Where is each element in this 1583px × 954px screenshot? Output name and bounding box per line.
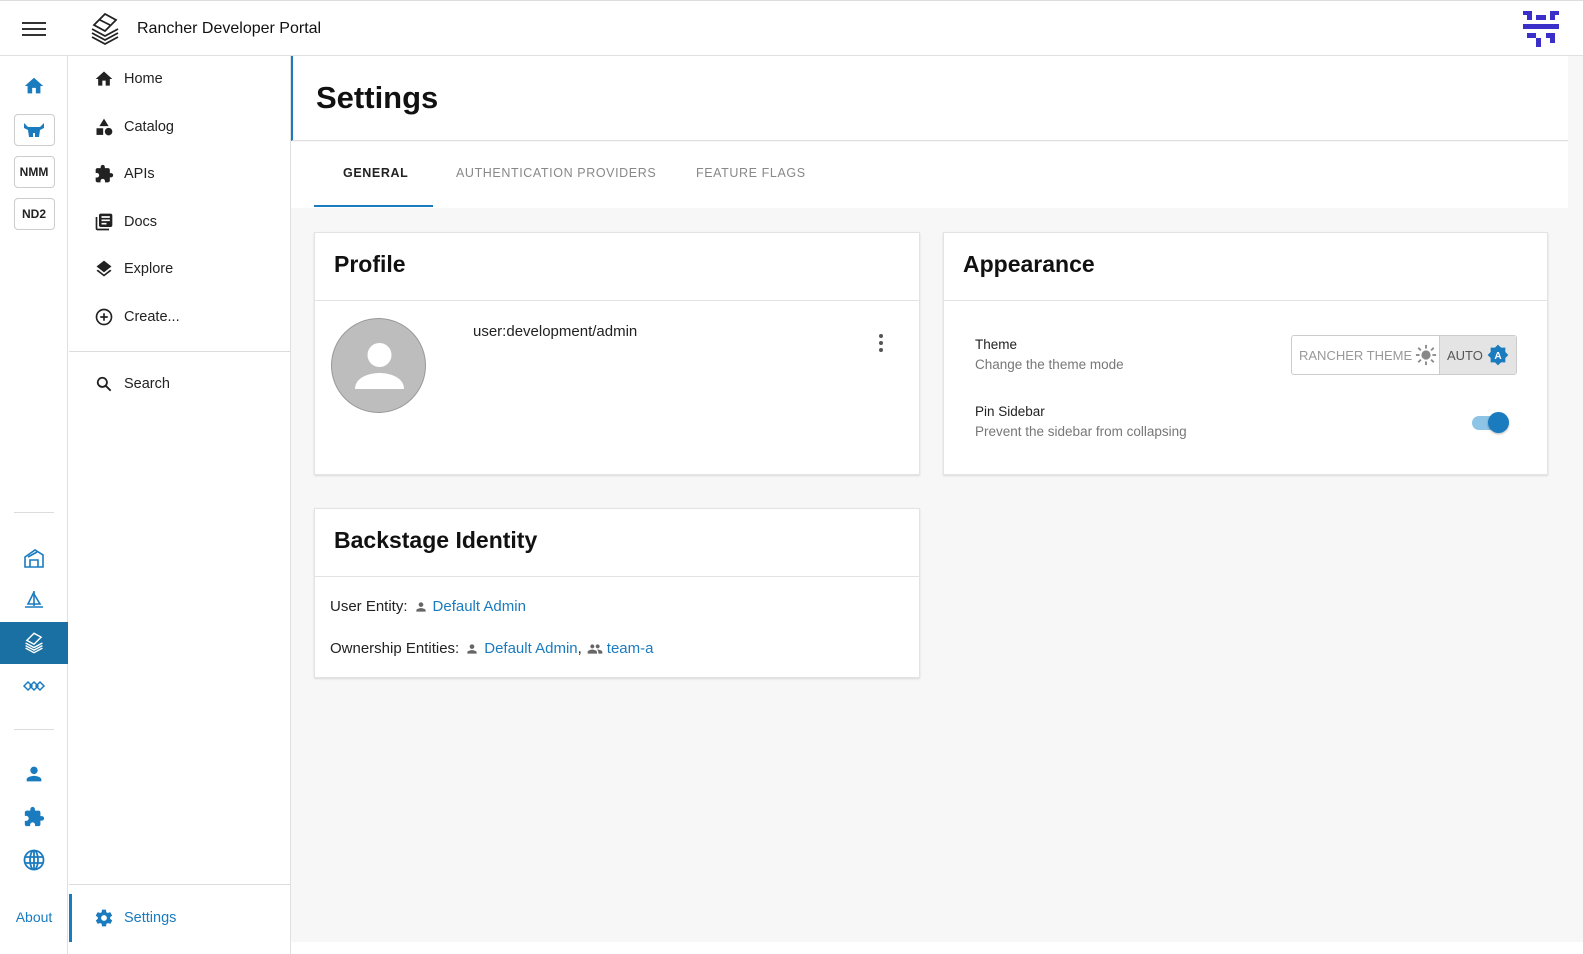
nav-item-label: Settings: [124, 910, 177, 926]
nav-item-label: Explore: [124, 261, 174, 277]
nav-item-home[interactable]: Home: [69, 59, 290, 99]
nav-item-settings[interactable]: Settings: [69, 898, 290, 938]
page-header: Settings: [291, 56, 1568, 141]
ownership-separator: ,: [577, 640, 582, 657]
theme-label: Theme: [975, 337, 1018, 352]
rail-extensions-icon[interactable]: [13, 799, 55, 835]
category-icon: [93, 116, 115, 138]
rail-badge-label: NMM: [13, 156, 55, 188]
rail-globe-icon[interactable]: [13, 842, 55, 878]
gear-icon: [93, 907, 115, 929]
nav-item-explore[interactable]: Explore: [69, 249, 290, 289]
profile-card: Profile user:development/admin: [314, 232, 920, 475]
theme-description: Change the theme mode: [975, 357, 1124, 372]
more-vert-icon[interactable]: [871, 332, 891, 354]
app-logo: [91, 12, 119, 46]
nav-item-apis[interactable]: APIs: [69, 154, 290, 194]
nav-item-catalog[interactable]: Catalog: [69, 107, 290, 147]
app-rail: NMM ND2 About: [0, 56, 68, 954]
about-link[interactable]: About: [0, 909, 68, 925]
settings-tabs: GENERAL AUTHENTICATION PROVIDERS FEATURE…: [291, 142, 1568, 208]
page-title: Settings: [316, 80, 439, 115]
app-title: Rancher Developer Portal: [137, 20, 322, 37]
rail-badge-nd2[interactable]: ND2: [13, 196, 55, 232]
rail-person-icon[interactable]: [13, 756, 55, 792]
nav-item-label: Docs: [124, 214, 158, 230]
rail-badge-nmm[interactable]: NMM: [13, 154, 55, 190]
theme-toggle-group: RANCHER THEME AUTO A: [1291, 335, 1517, 375]
person-icon: [464, 641, 480, 657]
rail-divider: [14, 729, 54, 730]
rail-fleet-icon[interactable]: [13, 582, 55, 618]
nav-item-docs[interactable]: Docs: [69, 202, 290, 242]
rail-rancher-icon[interactable]: [13, 112, 55, 148]
nav-item-label: Home: [124, 71, 163, 87]
person-icon: [355, 343, 404, 389]
profile-user-ref: user:development/admin: [473, 323, 638, 340]
user-entity-row: User Entity: Default Admin: [330, 598, 526, 615]
nav-item-label: Catalog: [124, 119, 174, 135]
theme-option-label: AUTO: [1447, 347, 1483, 363]
nav-item-label: Search: [124, 376, 170, 392]
sun-icon: [1416, 344, 1437, 366]
profile-card-title: Profile: [334, 251, 406, 277]
user-identicon-icon[interactable]: [1523, 11, 1559, 47]
extension-icon: [93, 163, 115, 185]
nav-divider: [69, 351, 290, 352]
rail-badge-label: ND2: [13, 198, 55, 230]
nav-item-label: APIs: [124, 166, 155, 182]
pin-sidebar-toggle[interactable]: [1470, 410, 1509, 434]
nav-item-create[interactable]: Create...: [69, 297, 290, 337]
theme-option-label: RANCHER THEME: [1299, 347, 1413, 363]
brightness-auto-icon: A: [1487, 344, 1509, 366]
card-divider: [315, 300, 919, 301]
appearance-card-title: Appearance: [963, 251, 1095, 277]
appearance-card: Appearance Theme Change the theme mode R…: [943, 232, 1548, 475]
card-divider: [315, 576, 919, 577]
ownership-group-link[interactable]: team-a: [607, 640, 654, 657]
pin-sidebar-description: Prevent the sidebar from collapsing: [975, 424, 1187, 439]
rail-developer-portal-icon[interactable]: [0, 622, 68, 664]
ownership-entities-label: Ownership Entities:: [330, 640, 460, 657]
tab-active-indicator: [314, 205, 433, 207]
nav-divider: [69, 884, 290, 885]
rail-elemental-icon[interactable]: [13, 668, 55, 704]
person-icon: [413, 599, 429, 615]
rail-harvester-icon[interactable]: [13, 540, 55, 576]
group-icon: [587, 641, 603, 657]
nav-item-label: Create...: [124, 309, 180, 325]
main-content: Settings GENERAL AUTHENTICATION PROVIDER…: [291, 56, 1583, 942]
avatar: [331, 318, 426, 413]
rail-divider: [14, 512, 54, 513]
side-nav: Home Catalog APIs Docs Explore Create...…: [69, 56, 291, 954]
ownership-entities-row: Ownership Entities: Default Admin , team…: [330, 640, 653, 657]
layers-icon: [93, 258, 115, 280]
toggle-knob: [1488, 412, 1509, 433]
tab-authentication-providers[interactable]: AUTHENTICATION PROVIDERS: [456, 166, 656, 180]
add-circle-icon: [93, 306, 115, 328]
tab-feature-flags[interactable]: FEATURE FLAGS: [696, 166, 806, 180]
top-header: Rancher Developer Portal: [0, 0, 1583, 56]
home-icon: [93, 68, 115, 90]
pin-sidebar-label: Pin Sidebar: [975, 404, 1045, 419]
user-entity-link[interactable]: Default Admin: [433, 598, 526, 615]
user-entity-label: User Entity:: [330, 598, 408, 615]
card-divider: [944, 300, 1547, 301]
menu-icon[interactable]: [22, 19, 46, 39]
theme-option-rancher[interactable]: RANCHER THEME: [1292, 336, 1440, 374]
ownership-user-link[interactable]: Default Admin: [484, 640, 577, 657]
library-books-icon: [93, 211, 115, 233]
nav-item-search[interactable]: Search: [69, 364, 290, 404]
theme-option-auto[interactable]: AUTO A: [1440, 336, 1516, 374]
rail-home-icon[interactable]: [13, 68, 55, 104]
identity-card-title: Backstage Identity: [334, 527, 538, 553]
svg-text:A: A: [1494, 351, 1502, 362]
search-icon: [93, 373, 115, 395]
tab-general[interactable]: GENERAL: [343, 166, 408, 180]
identity-card: Backstage Identity User Entity: Default …: [314, 508, 920, 678]
